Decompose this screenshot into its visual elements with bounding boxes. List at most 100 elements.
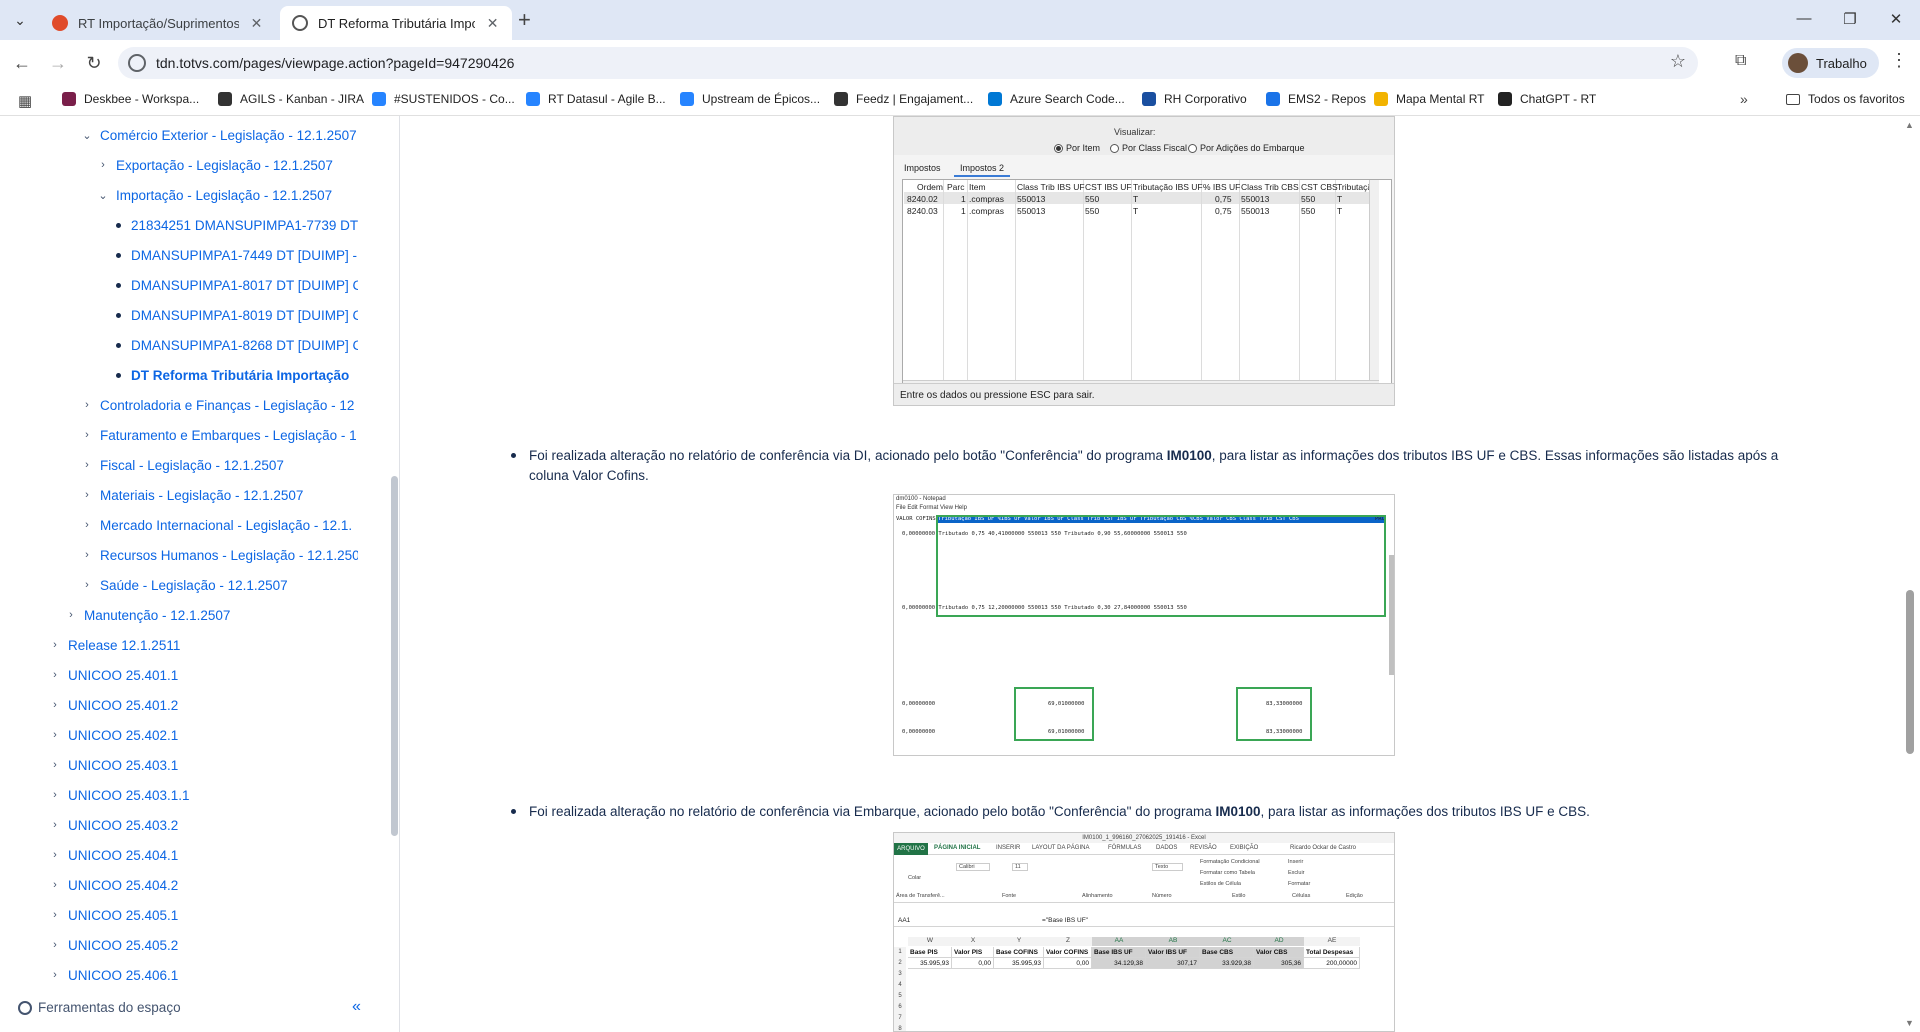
sidebar-tree-item[interactable]: › Saúde - Legislação - 12.1.2507 bbox=[80, 574, 358, 596]
site-info-icon[interactable] bbox=[128, 54, 146, 72]
bookmark-item[interactable]: RT Datasul - Agile B... bbox=[526, 92, 666, 106]
sidebar-tree-item[interactable]: › UNICOO 25.406.1 bbox=[48, 964, 358, 986]
sidebar-tree-item[interactable]: ⌄ Comércio Exterior - Legislação - 12.1.2… bbox=[80, 124, 358, 146]
minimize-icon[interactable]: — bbox=[1794, 10, 1814, 27]
sidebar-tree-item[interactable]: › UNICOO 25.401.2 bbox=[48, 694, 358, 716]
more-bookmarks-chevron-icon[interactable]: » bbox=[1740, 91, 1748, 107]
sidebar-tree-item[interactable]: DMANSUPIMPA1-8019 DT [DUIMP] C bbox=[112, 304, 358, 326]
sidebar-tree-item[interactable]: ⌄ Importação - Legislação - 12.1.2507 bbox=[96, 184, 358, 206]
chevron-right-icon[interactable]: › bbox=[48, 669, 62, 681]
sidebar-tree-item[interactable]: › Faturamento e Embarques - Legislação - … bbox=[80, 424, 358, 446]
space-tools-button[interactable]: Ferramentas do espaço bbox=[18, 1000, 181, 1015]
sidebar-tree-item[interactable]: DMANSUPIMPA1-7449 DT [DUIMP] - bbox=[112, 244, 358, 266]
excel-tab-formulas: FÓRMULAS bbox=[1108, 845, 1142, 851]
sidebar-tree-item[interactable]: › Materiais - Legislação - 12.1.2507 bbox=[80, 484, 358, 506]
chevron-right-icon[interactable]: › bbox=[48, 879, 62, 891]
bookmark-item[interactable]: #SUSTENIDOS - Co... bbox=[372, 92, 515, 106]
chevron-right-icon[interactable]: › bbox=[80, 459, 94, 471]
sidebar-tree-item-label: UNICOO 25.402.1 bbox=[68, 727, 179, 743]
browser-tab-dt-reforma[interactable]: DT Reforma Tributária Importaç ✕ bbox=[280, 6, 512, 40]
sidebar-scrollbar[interactable] bbox=[391, 476, 398, 836]
sidebar-tree-item[interactable]: › UNICOO 25.405.2 bbox=[48, 934, 358, 956]
bookmark-item[interactable]: EMS2 - Repos bbox=[1266, 92, 1366, 106]
sidebar-tree-item[interactable]: › UNICOO 25.401.1 bbox=[48, 664, 358, 686]
bookmark-star-icon[interactable]: ☆ bbox=[1670, 51, 1686, 72]
radio-por-item: Por Item bbox=[1054, 143, 1100, 153]
reload-icon[interactable]: ↻ bbox=[82, 51, 106, 75]
sidebar-tree-item[interactable]: › UNICOO 25.402.1 bbox=[48, 724, 358, 746]
sidebar-tree-item[interactable]: › Recursos Humanos - Legislação - 12.1.25… bbox=[80, 544, 358, 566]
sidebar-tree-item[interactable]: › UNICOO 25.403.1 bbox=[48, 754, 358, 776]
url-omnibox[interactable]: tdn.totvs.com/pages/viewpage.action?page… bbox=[118, 47, 1698, 79]
sidebar-tree-item[interactable]: › Exportação - Legislação - 12.1.2507 bbox=[96, 154, 358, 176]
tab-search-chevron-icon[interactable]: ⌄ bbox=[8, 8, 32, 32]
sidebar-tree-item-label: DMANSUPIMPA1-8268 DT [DUIMP] C bbox=[131, 337, 358, 353]
chevron-down-icon[interactable]: ⌄ bbox=[96, 189, 110, 202]
back-arrow-icon[interactable]: ← bbox=[10, 51, 34, 75]
chevron-right-icon[interactable]: › bbox=[48, 939, 62, 951]
chevron-right-icon[interactable]: › bbox=[48, 789, 62, 801]
bookmark-item[interactable]: Mapa Mental RT bbox=[1374, 92, 1484, 106]
sidebar-tree-item[interactable]: › UNICOO 25.404.2 bbox=[48, 874, 358, 896]
chevron-right-icon[interactable]: › bbox=[96, 159, 110, 171]
extensions-puzzle-icon[interactable]: ⧉ bbox=[1735, 52, 1746, 70]
sidebar-tree-item[interactable]: › Controladoria e Finanças - Legislação -… bbox=[80, 394, 358, 416]
profile-button[interactable]: Trabalho bbox=[1782, 48, 1879, 78]
apps-grid-icon[interactable]: ▦ bbox=[18, 92, 32, 110]
chevron-right-icon[interactable]: › bbox=[64, 609, 78, 621]
sidebar-tree-item[interactable]: 21834251 DMANSUPIMPA1-7739 DT bbox=[112, 214, 358, 236]
browser-tab-rt-importacao[interactable]: RT Importação/Suprimentos - C ✕ bbox=[40, 6, 276, 40]
grid-cell: 550013 bbox=[1241, 194, 1270, 204]
close-window-icon[interactable]: ✕ bbox=[1886, 10, 1906, 28]
sidebar-tree-item[interactable]: › UNICOO 25.405.1 bbox=[48, 904, 358, 926]
chevron-right-icon[interactable]: › bbox=[48, 969, 62, 981]
sidebar-tree-item[interactable]: DT Reforma Tributária Importação bbox=[112, 364, 358, 386]
sidebar-tree-item[interactable]: › Manutenção - 12.1.2507 bbox=[64, 604, 358, 626]
report-row-2: 0,00000000 Tributado 0,75 12,20000000 55… bbox=[902, 605, 1187, 611]
url-text[interactable]: tdn.totvs.com/pages/viewpage.action?page… bbox=[156, 55, 514, 71]
chevron-right-icon[interactable]: › bbox=[48, 849, 62, 861]
sidebar-tree-item[interactable]: › UNICOO 25.403.1.1 bbox=[48, 784, 358, 806]
grid-cell: 550 bbox=[1085, 194, 1100, 204]
chevron-right-icon[interactable]: › bbox=[80, 549, 94, 561]
bookmark-item[interactable]: RH Corporativo bbox=[1142, 92, 1247, 106]
chevron-down-icon[interactable]: ⌄ bbox=[80, 129, 94, 142]
chevron-right-icon[interactable]: › bbox=[48, 759, 62, 771]
restore-icon[interactable]: ❐ bbox=[1840, 10, 1860, 28]
forward-arrow-icon[interactable]: → bbox=[46, 51, 70, 75]
chevron-right-icon[interactable]: › bbox=[48, 729, 62, 741]
close-tab-icon[interactable]: ✕ bbox=[485, 15, 500, 32]
chevron-right-icon[interactable]: › bbox=[48, 699, 62, 711]
chevron-right-icon[interactable]: › bbox=[80, 579, 94, 591]
sidebar-tree-item[interactable]: › Release 12.1.2511 bbox=[48, 634, 358, 656]
bookmark-item[interactable]: ChatGPT - RT bbox=[1498, 92, 1596, 106]
chevron-right-icon[interactable]: › bbox=[80, 429, 94, 441]
chevron-right-icon[interactable]: › bbox=[48, 819, 62, 831]
chevron-right-icon[interactable]: › bbox=[80, 489, 94, 501]
col-ordem: Ordem bbox=[917, 182, 943, 192]
sidebar-tree-item[interactable]: › UNICOO 25.404.1 bbox=[48, 844, 358, 866]
col-class-trib-cbs: Class Trib CBS bbox=[1241, 182, 1299, 192]
browser-menu-kebab-icon[interactable]: ⋮ bbox=[1890, 50, 1908, 71]
bookmark-item[interactable]: Azure Search Code... bbox=[988, 92, 1125, 106]
sidebar-tree-item[interactable]: › Fiscal - Legislação - 12.1.2507 bbox=[80, 454, 358, 476]
chevron-right-icon[interactable]: › bbox=[80, 399, 94, 411]
collapse-sidebar-icon[interactable]: « bbox=[352, 998, 361, 1016]
bookmark-item[interactable]: Upstream de Épicos... bbox=[680, 92, 820, 106]
new-tab-plus-icon[interactable]: + bbox=[518, 8, 531, 32]
close-tab-icon[interactable]: ✕ bbox=[249, 15, 264, 32]
chevron-right-icon[interactable]: › bbox=[48, 909, 62, 921]
page-scrollbar-thumb[interactable] bbox=[1906, 590, 1914, 754]
bookmark-item[interactable]: Deskbee - Workspa... bbox=[62, 92, 199, 106]
page-scroll-down-icon[interactable]: ▼ bbox=[1905, 1018, 1914, 1028]
bookmark-item[interactable]: Feedz | Engajament... bbox=[834, 92, 973, 106]
sidebar-tree-item[interactable]: DMANSUPIMPA1-8017 DT [DUIMP] C bbox=[112, 274, 358, 296]
chevron-right-icon[interactable]: › bbox=[80, 519, 94, 531]
page-scroll-up-icon[interactable]: ▲ bbox=[1905, 120, 1914, 130]
all-bookmarks-folder[interactable]: Todos os favoritos bbox=[1786, 92, 1905, 106]
sidebar-tree-item[interactable]: › UNICOO 25.403.2 bbox=[48, 814, 358, 836]
sidebar-tree-item[interactable]: › Mercado Internacional - Legislação - 12… bbox=[80, 514, 358, 536]
sidebar-tree-item[interactable]: DMANSUPIMPA1-8268 DT [DUIMP] C bbox=[112, 334, 358, 356]
chevron-right-icon[interactable]: › bbox=[48, 639, 62, 651]
bookmark-item[interactable]: AGILS - Kanban - JIRA bbox=[218, 92, 364, 106]
